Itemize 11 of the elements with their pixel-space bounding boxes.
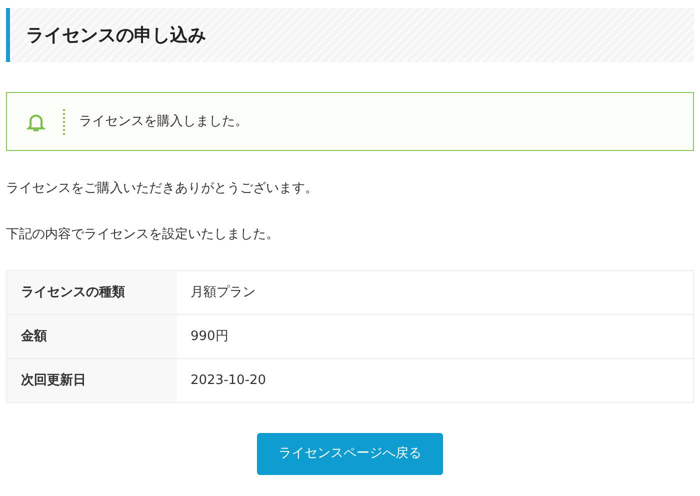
row-value: 月額プラン — [176, 270, 694, 314]
page-heading: ライセンスの申し込み — [6, 8, 694, 62]
notice-message: ライセンスを購入しました。 — [79, 112, 248, 131]
message-text: ライセンスをご購入いただきありがとうございます。 — [6, 180, 319, 198]
back-button[interactable]: ライセンスページへ戻る — [257, 433, 443, 475]
row-label: 金額 — [6, 314, 176, 358]
message-text: 下記の内容でライセンスを設定いたしました。 — [6, 226, 280, 244]
row-value: 990円 — [176, 314, 694, 358]
row-label: 次回更新日 — [6, 358, 176, 402]
row-value: 2023-10-20 — [176, 358, 694, 402]
row-label: ライセンスの種類 — [6, 270, 176, 314]
